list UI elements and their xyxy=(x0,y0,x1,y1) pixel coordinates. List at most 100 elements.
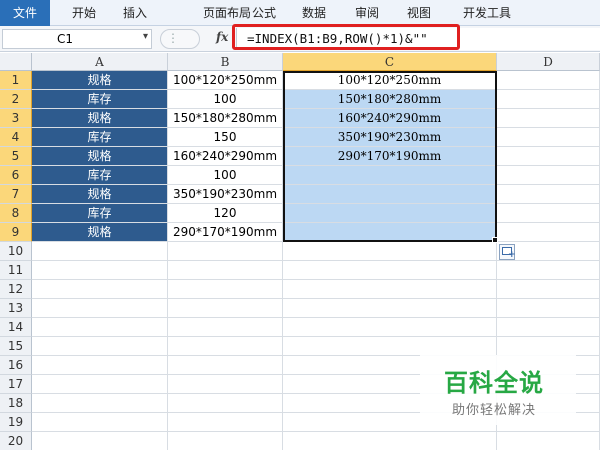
tab-data[interactable]: 数据 xyxy=(297,0,331,26)
cell-b6[interactable]: 100 xyxy=(168,166,283,185)
cell-d7[interactable] xyxy=(497,185,600,204)
row-header-14[interactable]: 14 xyxy=(0,318,32,337)
cell-b18[interactable] xyxy=(168,394,283,413)
cell-a9[interactable]: 规格 xyxy=(32,223,168,242)
cell-c10[interactable] xyxy=(283,242,497,261)
cell-a5[interactable]: 规格 xyxy=(32,147,168,166)
cell-a7[interactable]: 规格 xyxy=(32,185,168,204)
column-header-c[interactable]: C xyxy=(283,53,497,71)
cell-c3[interactable]: 160*240*290mm xyxy=(283,109,497,128)
cell-c2[interactable]: 150*180*280mm xyxy=(283,90,497,109)
insert-function-icon[interactable]: fx xyxy=(216,30,228,44)
cell-b3[interactable]: 150*180*280mm xyxy=(168,109,283,128)
row-header-2[interactable]: 2 xyxy=(0,90,32,109)
cell-c7[interactable] xyxy=(283,185,497,204)
row-header-15[interactable]: 15 xyxy=(0,337,32,356)
cell-c6[interactable] xyxy=(283,166,497,185)
cell-a17[interactable] xyxy=(32,375,168,394)
cell-b15[interactable] xyxy=(168,337,283,356)
row-header-5[interactable]: 5 xyxy=(0,147,32,166)
tab-view[interactable]: 视图 xyxy=(402,0,436,26)
cell-b11[interactable] xyxy=(168,261,283,280)
cell-c4[interactable]: 350*190*230mm xyxy=(283,128,497,147)
select-all-corner[interactable] xyxy=(0,53,32,71)
row-header-7[interactable]: 7 xyxy=(0,185,32,204)
cell-d1[interactable] xyxy=(497,71,600,90)
tab-home[interactable]: 开始 xyxy=(64,0,104,26)
cell-d20[interactable] xyxy=(497,432,600,450)
tab-formulas[interactable]: 公式 xyxy=(247,0,281,26)
cell-b8[interactable]: 120 xyxy=(168,204,283,223)
cell-d5[interactable] xyxy=(497,147,600,166)
column-header-d[interactable]: D xyxy=(497,53,600,71)
row-header-13[interactable]: 13 xyxy=(0,299,32,318)
cell-d2[interactable] xyxy=(497,90,600,109)
cell-a15[interactable] xyxy=(32,337,168,356)
cell-b7[interactable]: 350*190*230mm xyxy=(168,185,283,204)
name-box[interactable]: C1 ▾ xyxy=(2,29,152,49)
cell-d12[interactable] xyxy=(497,280,600,299)
row-header-1[interactable]: 1 xyxy=(0,71,32,90)
cell-c5[interactable]: 290*170*190mm xyxy=(283,147,497,166)
cell-a16[interactable] xyxy=(32,356,168,375)
fill-handle[interactable] xyxy=(492,237,498,243)
cell-a10[interactable] xyxy=(32,242,168,261)
cell-d14[interactable] xyxy=(497,318,600,337)
cell-b20[interactable] xyxy=(168,432,283,450)
cell-a6[interactable]: 库存 xyxy=(32,166,168,185)
cell-b2[interactable]: 100 xyxy=(168,90,283,109)
row-header-9[interactable]: 9 xyxy=(0,223,32,242)
cell-d9[interactable] xyxy=(497,223,600,242)
cell-d3[interactable] xyxy=(497,109,600,128)
cell-a18[interactable] xyxy=(32,394,168,413)
formula-input[interactable]: =INDEX(B1:B9,ROW()*1)&"" xyxy=(236,28,600,50)
column-header-b[interactable]: B xyxy=(168,53,283,71)
cell-c9[interactable] xyxy=(283,223,497,242)
row-header-3[interactable]: 3 xyxy=(0,109,32,128)
cell-b10[interactable] xyxy=(168,242,283,261)
cell-c14[interactable] xyxy=(283,318,497,337)
cell-a8[interactable]: 库存 xyxy=(32,204,168,223)
row-header-8[interactable]: 8 xyxy=(0,204,32,223)
tab-developer[interactable]: 开发工具 xyxy=(455,0,519,26)
column-header-a[interactable]: A xyxy=(32,53,168,71)
row-header-17[interactable]: 17 xyxy=(0,375,32,394)
tab-review[interactable]: 审阅 xyxy=(350,0,384,26)
cell-b1[interactable]: 100*120*250mm xyxy=(168,71,283,90)
cell-a2[interactable]: 库存 xyxy=(32,90,168,109)
cell-c11[interactable] xyxy=(283,261,497,280)
cell-a1[interactable]: 规格 xyxy=(32,71,168,90)
auto-fill-options-icon[interactable]: + xyxy=(499,244,516,260)
cell-b12[interactable] xyxy=(168,280,283,299)
row-header-11[interactable]: 11 xyxy=(0,261,32,280)
cell-b19[interactable] xyxy=(168,413,283,432)
cell-c12[interactable] xyxy=(283,280,497,299)
tab-file[interactable]: 文件 xyxy=(0,0,50,26)
tab-insert[interactable]: 插入 xyxy=(115,0,155,26)
cell-c1[interactable]: 100*120*250mm xyxy=(283,71,497,90)
cell-b14[interactable] xyxy=(168,318,283,337)
formula-bar-splitter[interactable]: ⋮ xyxy=(160,29,200,49)
cell-a11[interactable] xyxy=(32,261,168,280)
cell-c8[interactable] xyxy=(283,204,497,223)
row-header-12[interactable]: 12 xyxy=(0,280,32,299)
cell-c13[interactable] xyxy=(283,299,497,318)
cell-d15[interactable] xyxy=(497,337,600,356)
cell-b9[interactable]: 290*170*190mm xyxy=(168,223,283,242)
cell-d13[interactable] xyxy=(497,299,600,318)
cell-b13[interactable] xyxy=(168,299,283,318)
cell-a20[interactable] xyxy=(32,432,168,450)
cell-d8[interactable] xyxy=(497,204,600,223)
cell-a14[interactable] xyxy=(32,318,168,337)
cell-b17[interactable] xyxy=(168,375,283,394)
cell-c15[interactable] xyxy=(283,337,497,356)
cell-a4[interactable]: 库存 xyxy=(32,128,168,147)
row-header-6[interactable]: 6 xyxy=(0,166,32,185)
row-header-10[interactable]: 10 xyxy=(0,242,32,261)
cell-a3[interactable]: 规格 xyxy=(32,109,168,128)
cell-b16[interactable] xyxy=(168,356,283,375)
row-header-4[interactable]: 4 xyxy=(0,128,32,147)
row-header-16[interactable]: 16 xyxy=(0,356,32,375)
cell-d11[interactable] xyxy=(497,261,600,280)
cell-a12[interactable] xyxy=(32,280,168,299)
